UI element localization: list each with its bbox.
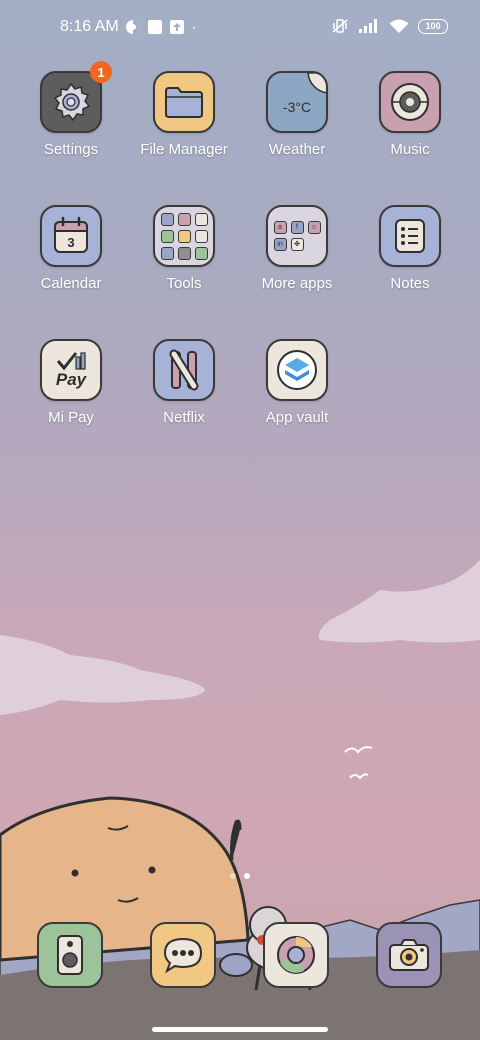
recorder-mini-icon <box>194 229 208 243</box>
calendar-date: 3 <box>67 235 74 250</box>
signal-icon <box>359 19 377 33</box>
app-label: Notes <box>390 275 430 292</box>
app-settings[interactable]: 1 Settings <box>15 61 127 181</box>
app-mi-pay[interactable]: Pay Mi Pay <box>15 339 127 449</box>
browser-icon <box>263 922 329 988</box>
netflix-icon <box>153 339 215 401</box>
app-music[interactable]: Music <box>354 71 466 181</box>
app-app-vault[interactable]: App vault <box>241 339 353 449</box>
cloud-left <box>0 635 205 715</box>
checklist-icon <box>379 205 441 267</box>
mi-pay-text: Pay <box>55 370 87 389</box>
app-label: Weather <box>268 141 326 158</box>
dock-browser[interactable] <box>263 922 329 988</box>
dock-phone[interactable] <box>37 922 103 988</box>
app-label: Settings <box>43 141 99 158</box>
linkedin-mini-icon: in <box>273 238 287 251</box>
wifi-icon <box>389 19 409 33</box>
app-label: Music <box>390 141 430 158</box>
app-mini-icon: ✤ <box>290 238 304 251</box>
app-label: File Manager <box>140 141 228 158</box>
app-label: Calendar <box>40 275 102 292</box>
square-notification-icon <box>147 20 162 34</box>
app-mini-icon: ☺ <box>307 221 321 234</box>
vibrate-mute-icon <box>332 19 348 33</box>
coin-mini-icon <box>194 246 208 260</box>
amazon-mini-icon: a <box>273 221 287 234</box>
folder-more-apps[interactable]: a f ☺ in ✤ More apps <box>241 205 353 315</box>
dock-messages[interactable] <box>150 922 216 988</box>
home-indicator[interactable] <box>152 1027 328 1032</box>
grid-mini-icon <box>177 212 191 226</box>
page-dot-active[interactable] <box>244 873 250 879</box>
weather-temp: -3°C <box>282 99 312 115</box>
edit-mini-icon <box>177 229 191 243</box>
app-label: Mi Pay <box>48 409 94 426</box>
app-netflix[interactable]: Netflix <box>128 339 240 449</box>
camera-icon <box>376 922 442 988</box>
folder-icon <box>153 71 215 133</box>
cloud-right <box>318 560 480 643</box>
page-indicator <box>230 873 250 879</box>
vinyl-icon <box>379 71 441 133</box>
facebook-mini-icon: f <box>290 221 304 234</box>
folder-tools[interactable]: Tools <box>128 205 240 315</box>
page-dot[interactable] <box>230 873 236 879</box>
status-bar: 8:16 AM 100 <box>0 14 480 42</box>
folder-tools-icon <box>153 205 215 267</box>
app-label: Tools <box>166 275 202 292</box>
data-saver-icon <box>125 20 140 34</box>
folder-more-icon: a f ☺ in ✤ <box>266 205 328 267</box>
calculator-mini-icon <box>177 246 191 260</box>
gear-icon: 1 <box>40 61 112 133</box>
app-vault-icon <box>266 339 328 401</box>
mi-pay-icon: Pay <box>40 339 102 401</box>
app-label: App vault <box>265 409 329 426</box>
compass-mini-icon <box>160 229 174 243</box>
app-file-manager[interactable]: File Manager <box>128 71 240 181</box>
bird <box>349 773 369 780</box>
scanner-mini-icon <box>160 246 174 260</box>
app-weather[interactable]: -3°C Weather <box>241 71 353 181</box>
app-calendar[interactable]: 3 Calendar <box>15 205 127 315</box>
clock-mini-icon <box>194 212 208 226</box>
status-time: 8:16 AM <box>60 18 119 35</box>
calendar-icon: 3 <box>40 205 102 267</box>
phone-icon <box>37 922 103 988</box>
weather-icon: -3°C <box>266 71 328 133</box>
contacts-mini-icon <box>160 212 174 226</box>
message-icon <box>150 922 216 988</box>
dock-camera[interactable] <box>376 922 442 988</box>
upload-icon <box>169 20 184 34</box>
notification-badge: 1 <box>90 61 112 83</box>
app-label: Netflix <box>163 409 205 426</box>
bird <box>344 746 373 754</box>
dot-icon <box>192 26 195 29</box>
app-notes[interactable]: Notes <box>354 205 466 315</box>
battery-icon: 100 <box>418 18 448 34</box>
app-label: More apps <box>261 275 333 292</box>
